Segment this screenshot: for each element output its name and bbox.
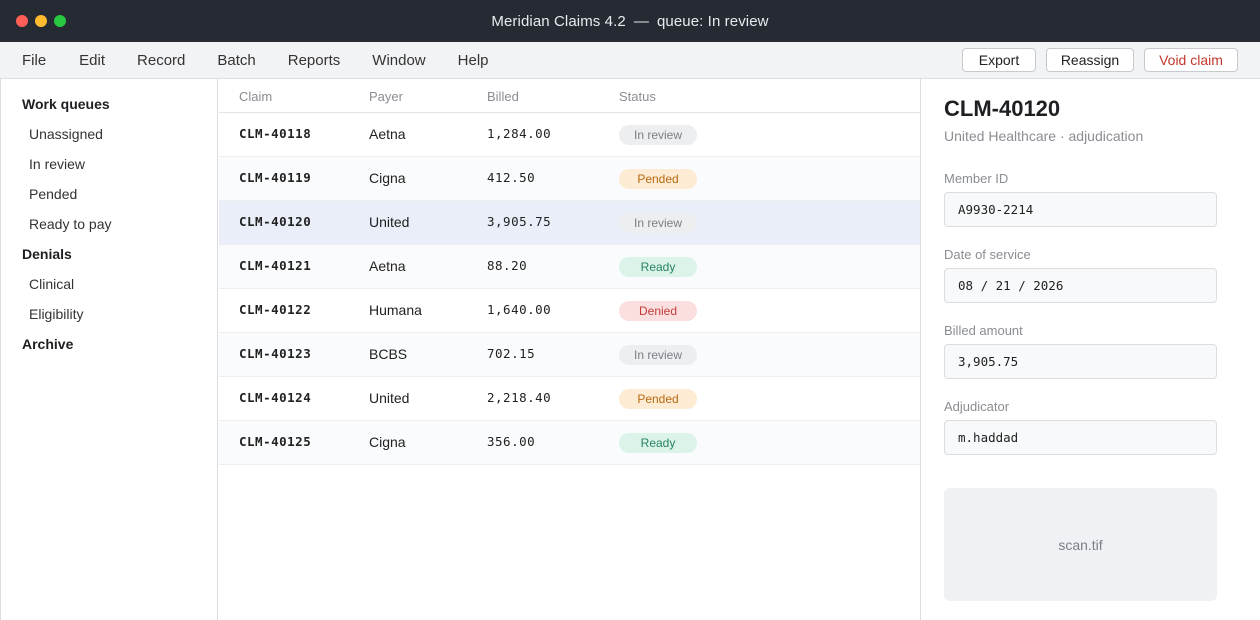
billed-cell: 88.20 — [487, 258, 528, 273]
sidebar-item-unassigned[interactable]: Unassigned — [29, 126, 103, 142]
payer-cell: BCBS — [369, 346, 408, 362]
billed-cell: 1,284.00 — [487, 126, 552, 141]
status-badge: Pended — [619, 389, 697, 409]
maximize-window-icon[interactable] — [54, 15, 66, 27]
payer-cell: Humana — [369, 302, 422, 318]
status-badge: Ready — [619, 257, 697, 277]
column-header-claim[interactable]: Claim — [239, 89, 272, 104]
claim-detail-panel: CLM-40120 United Healthcare · adjudicati… — [920, 79, 1260, 620]
table-row[interactable]: CLM-40121 Aetna 88.20 Ready — [219, 245, 920, 289]
billed-cell: 2,218.40 — [487, 390, 552, 405]
table-header: Claim Payer Billed Status — [219, 79, 920, 113]
claim-id-cell: CLM-40124 — [239, 390, 312, 405]
billed-amount-field[interactable] — [944, 344, 1217, 379]
sidebar-section-archive[interactable]: Archive — [22, 336, 73, 352]
status-badge: In review — [619, 213, 697, 233]
table-body: CLM-40118 Aetna 1,284.00 In review CLM-40119… — [219, 113, 920, 465]
detail-title: CLM-40120 — [944, 96, 1061, 121]
table-row[interactable]: CLM-40124 United 2,218.40 Pended — [219, 377, 920, 421]
column-header-status[interactable]: Status — [619, 89, 656, 104]
sidebar-item-in-review[interactable]: In review — [29, 156, 85, 172]
sidebar-item-clinical[interactable]: Clinical — [29, 276, 74, 292]
close-window-icon[interactable] — [16, 15, 28, 27]
payer-cell: Aetna — [369, 258, 406, 274]
payer-cell: United — [369, 214, 410, 230]
app-title: Meridian Claims 4.2 — [491, 12, 626, 30]
window-title: Meridian Claims 4.2 — queue: In review — [491, 13, 768, 30]
claims-table: Claim Payer Billed Status CLM-40118 Aetna… — [219, 79, 920, 620]
title-separator: — — [633, 12, 649, 30]
date-of-service-label: Date of service — [944, 247, 1031, 262]
column-header-billed[interactable]: Billed — [487, 89, 519, 104]
reassign-button[interactable]: Reassign — [1046, 48, 1134, 72]
table-row[interactable]: CLM-40122 Humana 1,640.00 Denied — [219, 289, 920, 333]
scan-attachment-preview[interactable]: scan.tif — [944, 488, 1217, 601]
menu-help[interactable]: Help — [458, 52, 489, 69]
billed-cell: 412.50 — [487, 170, 536, 185]
claim-id-cell: CLM-40122 — [239, 302, 312, 317]
menu-edit[interactable]: Edit — [79, 52, 105, 69]
member-id-field[interactable] — [944, 192, 1217, 227]
status-badge: Ready — [619, 433, 697, 453]
sidebar-section-work-queues[interactable]: Work queues — [22, 96, 110, 112]
status-badge: In review — [619, 125, 697, 145]
payer-cell: Cigna — [369, 434, 406, 450]
menu-reports[interactable]: Reports — [288, 52, 341, 69]
billed-cell: 1,640.00 — [487, 302, 552, 317]
sidebar-item-pended[interactable]: Pended — [29, 186, 77, 202]
status-badge: Pended — [619, 169, 697, 189]
claim-id-cell: CLM-40123 — [239, 346, 312, 361]
sidebar: Work queues Unassigned In review Pended … — [0, 79, 218, 620]
billed-cell: 702.15 — [487, 346, 536, 361]
table-row[interactable]: CLM-40123 BCBS 702.15 In review — [219, 333, 920, 377]
status-badge: In review — [619, 345, 697, 365]
minimize-window-icon[interactable] — [35, 15, 47, 27]
detail-subtitle: United Healthcare · adjudication — [944, 128, 1144, 144]
sidebar-item-eligibility[interactable]: Eligibility — [29, 306, 83, 322]
date-of-service-field[interactable] — [944, 268, 1217, 303]
menu-batch[interactable]: Batch — [217, 52, 255, 69]
toolbar-actions: Export Reassign Void claim — [962, 48, 1238, 72]
window-titlebar: Meridian Claims 4.2 — queue: In review — [0, 0, 1260, 42]
payer-cell: Aetna — [369, 126, 406, 142]
billed-amount-label: Billed amount — [944, 323, 1023, 338]
void-claim-button[interactable]: Void claim — [1144, 48, 1238, 72]
table-row[interactable]: CLM-40125 Cigna 356.00 Ready — [219, 421, 920, 465]
queue-label: queue: In review — [656, 12, 769, 30]
sidebar-item-ready-to-pay[interactable]: Ready to pay — [29, 216, 112, 232]
claim-id-cell: CLM-40119 — [239, 170, 312, 185]
menu-bar: File Edit Record Batch Reports Window He… — [0, 42, 1260, 79]
adjudicator-label: Adjudicator — [944, 399, 1010, 414]
member-id-label: Member ID — [944, 171, 1009, 186]
claim-id-cell: CLM-40118 — [239, 126, 312, 141]
payer-cell: United — [369, 390, 410, 406]
payer-cell: Cigna — [369, 170, 406, 186]
menu-file[interactable]: File — [22, 52, 46, 69]
sidebar-section-denials[interactable]: Denials — [22, 246, 72, 262]
attachment-filename: scan.tif — [1058, 536, 1103, 553]
column-header-payer[interactable]: Payer — [369, 89, 403, 104]
billed-cell: 3,905.75 — [487, 214, 552, 229]
status-badge: Denied — [619, 301, 697, 321]
claim-id-cell: CLM-40125 — [239, 434, 312, 449]
window-controls — [16, 15, 66, 27]
adjudicator-field[interactable] — [944, 420, 1217, 455]
menu-window[interactable]: Window — [372, 52, 425, 69]
table-row[interactable]: CLM-40120 United 3,905.75 In review — [219, 201, 920, 245]
claim-id-cell: CLM-40120 — [239, 214, 312, 229]
menu-record[interactable]: Record — [137, 52, 185, 69]
table-row[interactable]: CLM-40118 Aetna 1,284.00 In review — [219, 113, 920, 157]
claim-id-cell: CLM-40121 — [239, 258, 312, 273]
billed-cell: 356.00 — [487, 434, 536, 449]
export-button[interactable]: Export — [962, 48, 1036, 72]
table-row[interactable]: CLM-40119 Cigna 412.50 Pended — [219, 157, 920, 201]
